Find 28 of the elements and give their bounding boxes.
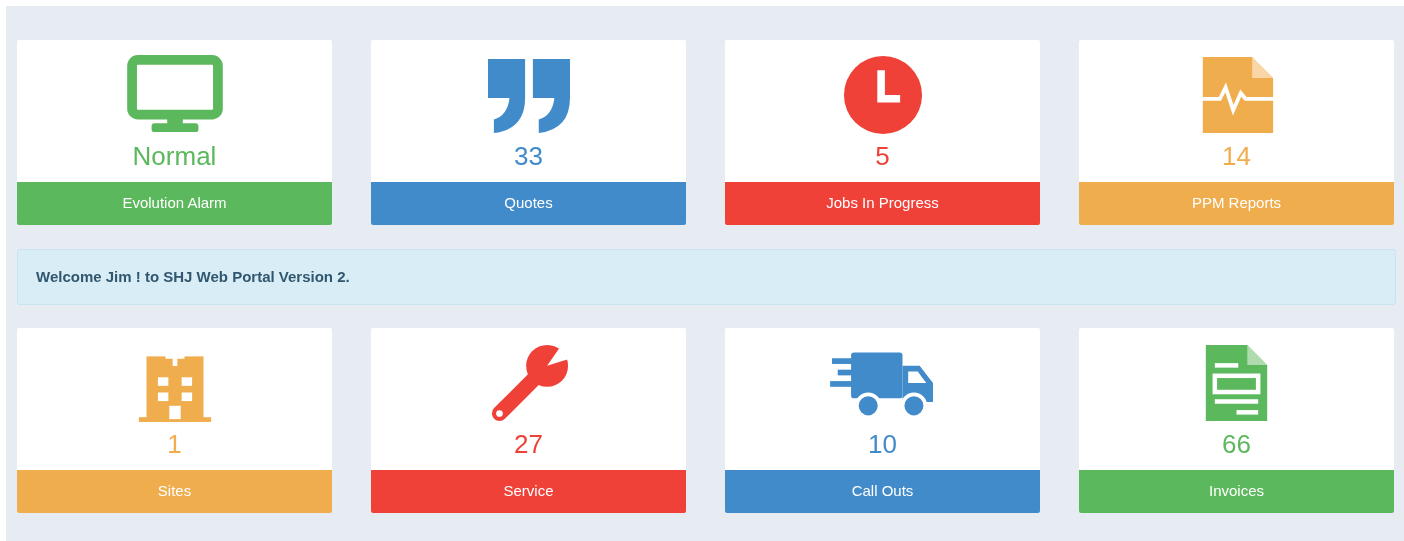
monitor-icon [125, 55, 224, 135]
tile-count: 14 [1222, 141, 1251, 171]
tile-footer[interactable]: Sites [17, 470, 332, 513]
dashboard-tile[interactable]: 14 PPM Reports [1079, 40, 1394, 225]
tile-footer[interactable]: Evolution Alarm [17, 182, 332, 225]
dashboard-tile[interactable]: 10 Call Outs [725, 328, 1040, 513]
tile-count: Normal [132, 141, 217, 171]
document-icon [1204, 343, 1269, 423]
clock-icon [842, 55, 923, 135]
tile-count: 27 [514, 429, 543, 459]
dashboard-tile[interactable]: 66 Invoices [1079, 328, 1394, 513]
tile-count: 66 [1222, 429, 1251, 459]
tile-footer[interactable]: Jobs In Progress [725, 182, 1040, 225]
dashboard-tile[interactable]: 33 Quotes [371, 40, 686, 225]
dashboard-tile[interactable]: 1 Sites [17, 328, 332, 513]
welcome-message: Welcome Jim ! to SHJ Web Portal Version 2. [36, 266, 350, 287]
tile-footer[interactable]: Service [371, 470, 686, 513]
tile-count: 33 [514, 141, 543, 171]
tile-count: 10 [868, 429, 897, 459]
tile-footer[interactable]: Invoices [1079, 470, 1394, 513]
dashboard-tile[interactable]: 5 Jobs In Progress [725, 40, 1040, 225]
tile-footer[interactable]: Quotes [371, 182, 686, 225]
tile-count: 5 [875, 141, 890, 171]
tile-footer[interactable]: PPM Reports [1079, 182, 1394, 225]
tile-footer[interactable]: Call Outs [725, 470, 1040, 513]
dashboard-tile[interactable]: 27 Service [371, 328, 686, 513]
tile-count: 1 [167, 429, 182, 459]
dashboard-tile[interactable]: Normal Evolution Alarm [17, 40, 332, 225]
